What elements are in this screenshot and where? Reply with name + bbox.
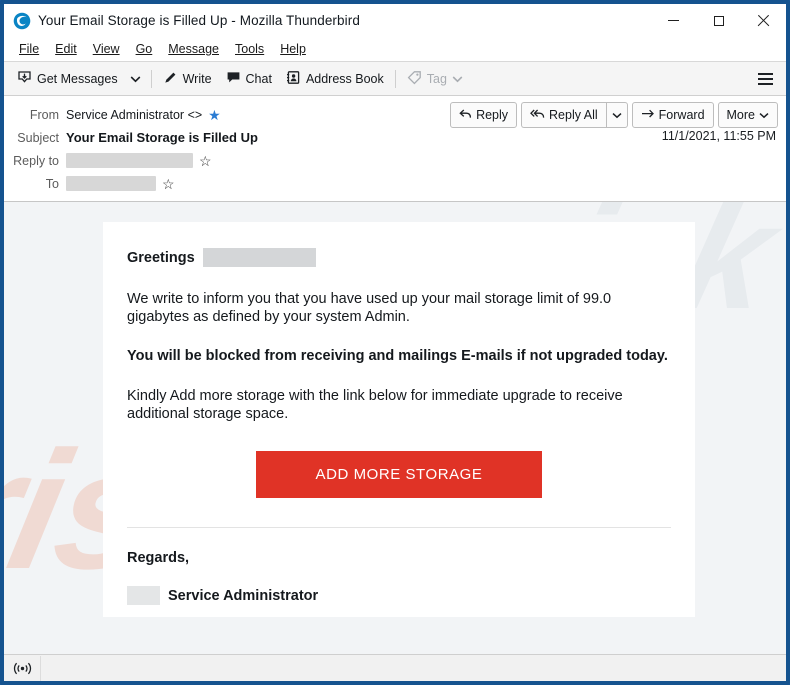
star-outline-icon-to[interactable]: ☆ <box>162 177 175 191</box>
reply-all-arrow-icon <box>530 108 545 123</box>
thunderbird-window: Your Email Storage is Filled Up - Mozill… <box>0 0 790 685</box>
address-book-button[interactable]: Address Book <box>279 66 391 91</box>
subject-value: Your Email Storage is Filled Up <box>66 130 258 145</box>
menu-item-message-label: Message <box>168 42 219 56</box>
chevron-down-icon <box>452 72 463 86</box>
toolbar-divider-2 <box>394 69 396 88</box>
star-outline-icon[interactable]: ☆ <box>199 154 212 168</box>
maximize-icon[interactable] <box>696 4 741 37</box>
tag-label: Tag <box>426 71 447 86</box>
broadcast-antenna-icon[interactable] <box>4 655 41 681</box>
to-value-redacted[interactable] <box>66 176 156 191</box>
greeting-name-redacted <box>202 248 316 267</box>
reply-to-label: Reply to <box>13 153 59 168</box>
to-value-group: ☆ <box>66 176 175 191</box>
tag-icon <box>407 70 422 88</box>
menu-item-file[interactable]: File <box>11 40 47 58</box>
greeting-line: Greetings <box>127 248 671 267</box>
email-content-card: Greetings We write to inform you that yo… <box>103 222 695 617</box>
reply-to-value-redacted[interactable] <box>66 153 193 168</box>
reply-button[interactable]: Reply <box>450 102 518 128</box>
reply-all-dropdown[interactable] <box>605 102 628 128</box>
reply-arrow-icon <box>459 108 472 123</box>
minimize-icon[interactable] <box>651 4 696 37</box>
menu-item-tools-label: Tools <box>235 42 265 56</box>
reply-to-value-group: ☆ <box>66 153 212 168</box>
from-value-group: Service Administrator <> ★ <box>66 108 221 122</box>
menu-item-edit[interactable]: Edit <box>47 40 85 58</box>
forward-arrow-icon <box>641 108 655 123</box>
more-button[interactable]: More <box>717 102 778 128</box>
toolbar-divider <box>150 69 152 88</box>
message-action-buttons: Reply Reply All Forward More <box>450 102 778 128</box>
reply-all-button[interactable]: Reply All <box>521 102 606 128</box>
forward-button[interactable]: Forward <box>631 102 714 128</box>
body-paragraph-3: Kindly Add more storage with the link be… <box>127 388 623 422</box>
menu-item-view-label: View <box>92 42 120 56</box>
menu-item-help-label: Help <box>280 42 306 56</box>
regards-text: Regards, <box>127 550 190 567</box>
tag-button[interactable]: Tag <box>400 66 470 91</box>
download-inbox-icon <box>17 70 32 88</box>
header-row-to: To ☆ <box>4 172 786 195</box>
reply-label: Reply <box>476 108 509 122</box>
reply-all-label: Reply All <box>549 108 598 122</box>
thunderbird-logo-icon <box>13 12 31 30</box>
message-header: From Service Administrator <> ★ Subject … <box>4 96 786 202</box>
window-controls <box>651 4 786 37</box>
menu-item-file-label: File <box>19 42 40 56</box>
get-messages-dropdown[interactable] <box>125 66 147 91</box>
chat-label: Chat <box>245 71 272 86</box>
from-value[interactable]: Service Administrator <> <box>66 108 202 122</box>
content-divider <box>127 527 671 529</box>
body-paragraph-1: We write to inform you that you have use… <box>127 291 612 325</box>
menu-bar: File Edit View Go Message Tools Help <box>4 37 786 62</box>
address-book-icon <box>286 70 301 88</box>
get-messages-button[interactable]: Get Messages <box>10 66 125 91</box>
status-bar <box>4 654 786 681</box>
cta-wrapper: ADD MORE STORAGE <box>127 451 671 499</box>
menu-item-edit-label: Edit <box>55 42 77 56</box>
more-label: More <box>726 108 755 122</box>
write-button[interactable]: Write <box>156 66 219 91</box>
menu-item-message[interactable]: Message <box>160 40 227 58</box>
menu-item-view[interactable]: View <box>85 40 128 58</box>
menu-item-tools[interactable]: Tools <box>227 40 272 58</box>
close-icon[interactable] <box>741 4 786 37</box>
from-label: From <box>29 107 59 122</box>
pencil-icon <box>163 70 178 88</box>
message-body-pane: risk risk.com Greetings We write to info… <box>4 202 786 654</box>
message-date: 11/1/2021, 11:55 PM <box>661 129 776 143</box>
body-paragraph-2-bold: You will be blocked from receiving and m… <box>127 348 668 365</box>
header-row-reply-to: Reply to ☆ <box>4 149 786 172</box>
title-bar: Your Email Storage is Filled Up - Mozill… <box>4 4 786 37</box>
window-title: Your Email Storage is Filled Up - Mozill… <box>38 13 360 28</box>
main-toolbar: Get Messages Write Chat Address Book Tag <box>4 62 786 96</box>
app-root: Your Email Storage is Filled Up - Mozill… <box>0 0 790 685</box>
menu-item-help[interactable]: Help <box>272 40 314 58</box>
chevron-down-icon-more <box>759 108 769 122</box>
forward-label: Forward <box>658 108 705 122</box>
get-messages-label: Get Messages <box>37 71 118 86</box>
star-filled-icon[interactable]: ★ <box>208 108 221 122</box>
menu-item-go[interactable]: Go <box>128 40 161 58</box>
signature-redacted-block <box>127 586 160 606</box>
signature-line: Service Administrator <box>127 586 671 606</box>
reply-all-group: Reply All <box>521 102 628 128</box>
speech-bubble-icon <box>226 70 241 88</box>
chat-button[interactable]: Chat <box>219 66 279 91</box>
add-more-storage-button[interactable]: ADD MORE STORAGE <box>256 451 542 499</box>
hamburger-menu-icon[interactable] <box>752 66 778 92</box>
to-label: To <box>45 176 59 191</box>
greeting-label: Greetings <box>127 249 195 266</box>
subject-label: Subject <box>17 130 59 145</box>
address-book-label: Address Book <box>305 71 384 86</box>
menu-item-go-label: Go <box>135 42 153 56</box>
signature-name: Service Administrator <box>168 587 319 604</box>
write-label: Write <box>182 71 212 86</box>
